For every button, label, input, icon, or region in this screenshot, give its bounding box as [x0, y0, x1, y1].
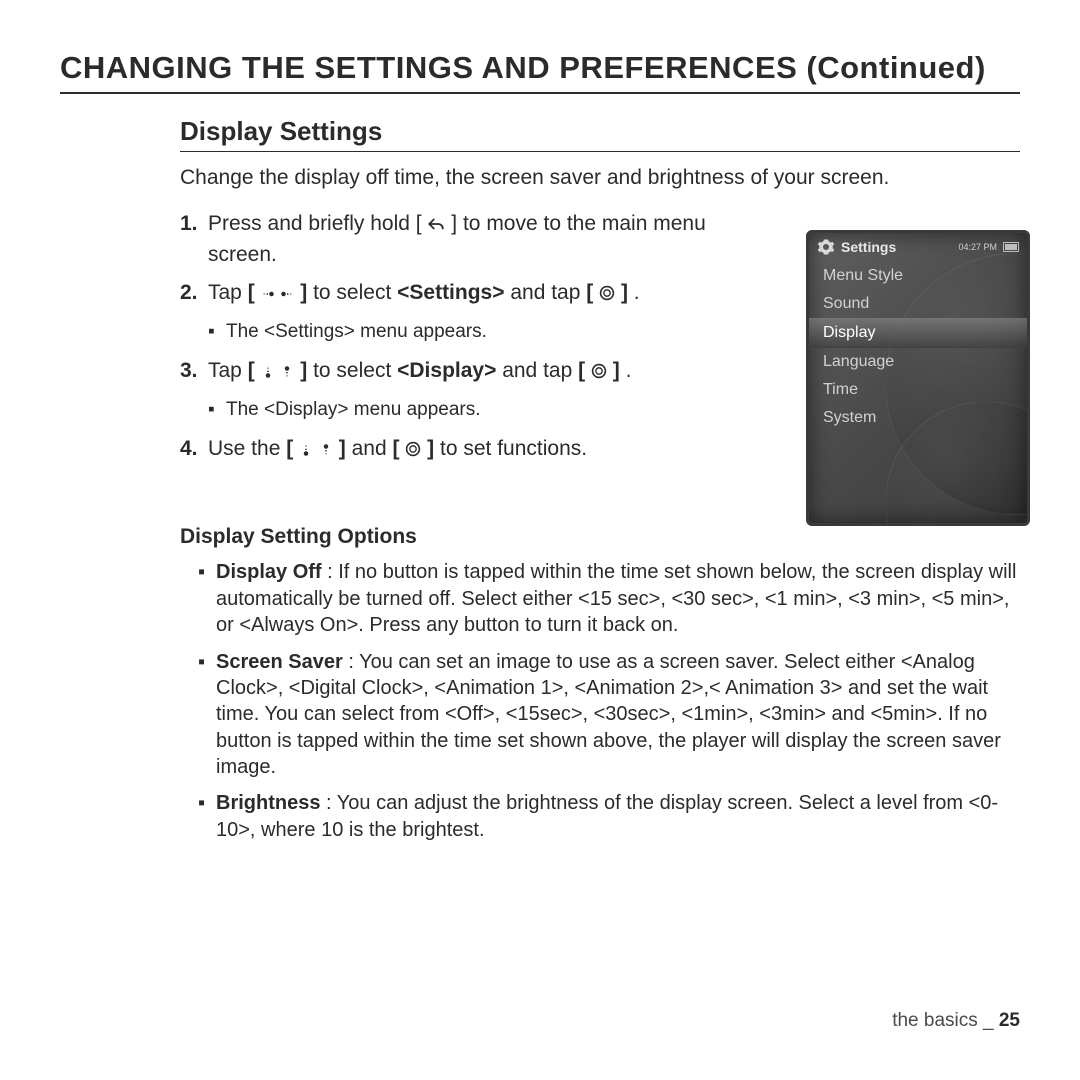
device-menu-item: Sound — [809, 290, 1027, 318]
step-2: 2. Tap [ ] — [180, 279, 780, 309]
page-title: CHANGING THE SETTINGS AND PREFERENCES (C… — [60, 50, 1020, 94]
step-4: 4. Use the [ — [180, 435, 780, 465]
option-display-off: ▪ Display Off : If no button is tapped w… — [198, 559, 1020, 638]
step-text: to set functions. — [440, 437, 587, 460]
select-button-icon — [599, 281, 615, 309]
step-3: 3. Tap [ ] — [180, 357, 780, 387]
device-screenshot: Settings 04:27 PM Menu StyleSoundDisplay… — [806, 230, 1030, 526]
step-text: <Display> — [397, 359, 496, 382]
step-text: to select — [313, 281, 397, 304]
step-text: [ — [248, 359, 255, 382]
step-number: 4. — [180, 435, 208, 465]
page-footer: the basics _ 25 — [892, 1010, 1020, 1032]
bullet-icon: ▪ — [208, 397, 226, 423]
substep-text: The <Display> menu appears. — [226, 397, 481, 423]
step-text: ] — [621, 281, 628, 304]
step-text: [ — [392, 437, 399, 460]
substep-text: The <Settings> menu appears. — [226, 319, 487, 345]
device-menu: Menu StyleSoundDisplayLanguageTimeSystem — [809, 262, 1027, 432]
step-2-sub: ▪ The <Settings> menu appears. — [208, 319, 780, 345]
gear-icon — [817, 238, 835, 256]
device-status-bar: Settings 04:27 PM — [809, 233, 1027, 258]
step-text: [ — [578, 359, 585, 382]
step-text: <Settings> — [397, 281, 504, 304]
select-button-icon — [591, 359, 607, 387]
option-brightness: ▪ Brightness : You can adjust the bright… — [198, 790, 1020, 843]
bullet-icon: ▪ — [198, 559, 216, 638]
step-text: Press and briefly hold [ — [208, 212, 422, 235]
step-text: Use the — [208, 437, 286, 460]
step-number: 1. — [180, 210, 208, 269]
back-arrow-icon — [427, 212, 445, 240]
option-name: Display Off — [216, 561, 322, 583]
step-text: and tap — [502, 359, 578, 382]
step-text: [ — [286, 437, 293, 460]
option-body: : You can adjust the brightness of the d… — [216, 792, 998, 840]
option-screen-saver: ▪ Screen Saver : You can set an image to… — [198, 649, 1020, 781]
step-text: Tap — [208, 281, 248, 304]
step-text: Tap — [208, 359, 248, 382]
step-text: ] — [300, 359, 307, 382]
bullet-icon: ▪ — [208, 319, 226, 345]
touch-left-icon — [261, 281, 275, 309]
device-title: Settings — [841, 239, 896, 255]
touch-down-icon — [319, 437, 333, 465]
step-text: to select — [313, 359, 397, 382]
option-body: : If no button is tapped within the time… — [216, 561, 1016, 636]
step-text: and — [352, 437, 393, 460]
touch-right-icon — [280, 281, 294, 309]
options-list: ▪ Display Off : If no button is tapped w… — [198, 559, 1020, 843]
options-heading: Display Setting Options — [180, 525, 1020, 549]
step-text: [ — [248, 281, 255, 304]
step-text: and tap — [510, 281, 586, 304]
select-button-icon — [405, 437, 421, 465]
step-text: [ — [586, 281, 593, 304]
touch-up-icon — [299, 437, 313, 465]
device-menu-item: Display — [809, 318, 1027, 348]
section-title: Display Settings — [180, 116, 1020, 152]
device-menu-item: Time — [809, 376, 1027, 404]
step-number: 2. — [180, 279, 208, 309]
bullet-icon: ▪ — [198, 649, 216, 781]
step-text: . — [634, 281, 640, 304]
footer-page-number: 25 — [999, 1010, 1020, 1031]
touch-up-icon — [261, 359, 275, 387]
device-menu-item: Language — [809, 348, 1027, 376]
step-text: ] — [427, 437, 434, 460]
device-menu-item: System — [809, 404, 1027, 432]
option-name: Brightness — [216, 792, 320, 814]
step-3-sub: ▪ The <Display> menu appears. — [208, 397, 780, 423]
step-number: 3. — [180, 357, 208, 387]
step-text: ] — [339, 437, 346, 460]
footer-section: the basics _ — [892, 1010, 999, 1031]
step-1: 1. Press and briefly hold [ ] to move to… — [180, 210, 780, 269]
battery-icon — [1003, 242, 1019, 252]
touch-down-icon — [280, 359, 294, 387]
device-menu-item: Menu Style — [809, 262, 1027, 290]
option-name: Screen Saver — [216, 651, 343, 673]
intro-paragraph: Change the display off time, the screen … — [180, 164, 1020, 192]
bullet-icon: ▪ — [198, 790, 216, 843]
step-text: ] — [613, 359, 620, 382]
steps-list: 1. Press and briefly hold [ ] to move to… — [180, 210, 780, 465]
step-text: ] — [300, 281, 307, 304]
step-text: . — [626, 359, 632, 382]
device-clock: 04:27 PM — [958, 242, 997, 252]
